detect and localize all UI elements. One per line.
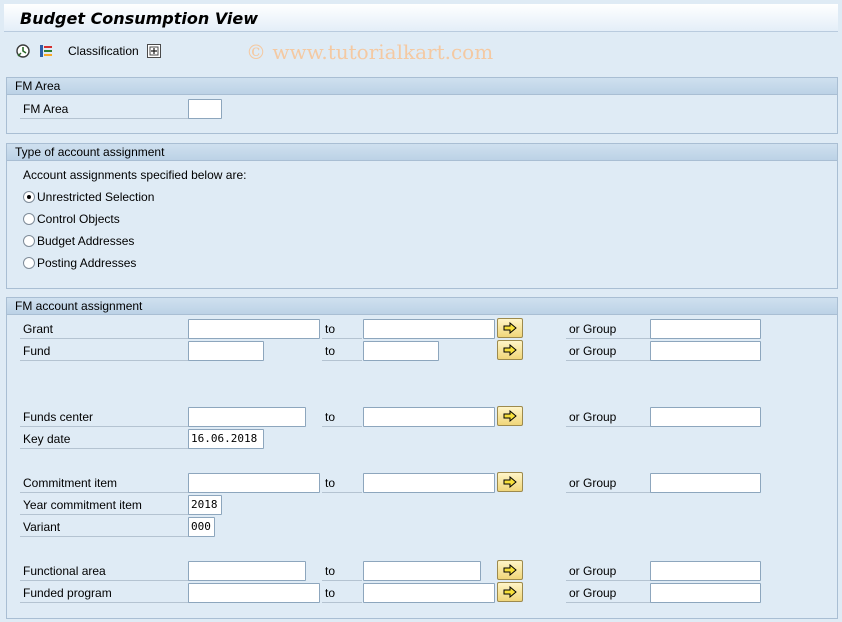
- fm-assignment-group-title: FM account assignment: [7, 298, 837, 315]
- arrow-right-icon: [503, 322, 517, 334]
- funded-program-label: Funded program: [20, 583, 190, 603]
- commitment-item-to-input[interactable]: [363, 473, 495, 493]
- funded-program-group-input[interactable]: [650, 583, 761, 603]
- year-commitment-item-input[interactable]: 2018: [188, 495, 222, 515]
- commitment-item-multiple-selection-button[interactable]: [497, 472, 523, 492]
- radio-button[interactable]: [23, 213, 35, 225]
- fund-group-input[interactable]: [650, 341, 761, 361]
- radio-button[interactable]: [23, 235, 35, 247]
- commitment-item-group-input[interactable]: [650, 473, 761, 493]
- funded-program-group-label: or Group: [566, 583, 651, 603]
- radio-label: Control Objects: [37, 212, 120, 226]
- radio-label: Posting Addresses: [37, 256, 137, 270]
- classification-tree-icon[interactable]: [146, 43, 162, 59]
- fm-area-input[interactable]: [188, 99, 222, 119]
- fund-label: Fund: [20, 341, 190, 361]
- variant-label: Variant: [20, 517, 190, 537]
- funds-center-to-input[interactable]: [363, 407, 495, 427]
- key-date-input[interactable]: 16.06.2018: [188, 429, 264, 449]
- grant-group-label: or Group: [566, 319, 651, 339]
- funds-center-group-input[interactable]: [650, 407, 761, 427]
- funds-center-from-input[interactable]: [188, 407, 306, 427]
- funds-center-label: Funds center: [20, 407, 190, 427]
- title-bar: Budget Consumption View: [4, 4, 838, 32]
- fund-from-input[interactable]: [188, 341, 264, 361]
- arrow-right-icon: [503, 344, 517, 356]
- watermark: © www.tutorialkart.com: [246, 40, 494, 64]
- commitment-item-label: Commitment item: [20, 473, 190, 493]
- arrow-right-icon: [503, 410, 517, 422]
- functional-area-label: Functional area: [20, 561, 190, 581]
- classification-button[interactable]: Classification: [68, 44, 139, 58]
- funded-program-to-input[interactable]: [363, 583, 495, 603]
- functional-area-from-input[interactable]: [188, 561, 306, 581]
- arrow-right-icon: [503, 476, 517, 488]
- key-date-label: Key date: [20, 429, 190, 449]
- functional-area-group-input[interactable]: [650, 561, 761, 581]
- arrow-right-icon: [503, 586, 517, 598]
- assignment-type-group-title: Type of account assignment: [7, 144, 837, 161]
- radio-label: Unrestricted Selection: [37, 190, 155, 204]
- commitment-item-from-input[interactable]: [188, 473, 320, 493]
- functional-area-to-label: to: [322, 561, 362, 581]
- grant-group-input[interactable]: [650, 319, 761, 339]
- assignment-type-intro: Account assignments specified below are:: [23, 168, 247, 182]
- execute-clock-icon[interactable]: [15, 43, 31, 59]
- get-variant-icon[interactable]: [38, 43, 54, 59]
- grant-multiple-selection-button[interactable]: [497, 318, 523, 338]
- funded-program-multiple-selection-button[interactable]: [497, 582, 523, 602]
- fm-area-label: FM Area: [20, 99, 190, 119]
- arrow-right-icon: [503, 564, 517, 576]
- grant-label: Grant: [20, 319, 190, 339]
- fund-group-label: or Group: [566, 341, 651, 361]
- fund-multiple-selection-button[interactable]: [497, 340, 523, 360]
- funded-program-from-input[interactable]: [188, 583, 320, 603]
- functional-area-to-input[interactable]: [363, 561, 481, 581]
- functional-area-multiple-selection-button[interactable]: [497, 560, 523, 580]
- funds-center-multiple-selection-button[interactable]: [497, 406, 523, 426]
- fund-to-label: to: [322, 341, 362, 361]
- radio-label: Budget Addresses: [37, 234, 135, 248]
- radio-button-selected[interactable]: [23, 191, 35, 203]
- funds-center-group-label: or Group: [566, 407, 651, 427]
- grant-to-label: to: [322, 319, 362, 339]
- radio-button[interactable]: [23, 257, 35, 269]
- grant-from-input[interactable]: [188, 319, 320, 339]
- fm-area-group: FM Area FM Area: [6, 77, 838, 134]
- grant-to-input[interactable]: [363, 319, 495, 339]
- commitment-item-to-label: to: [322, 473, 362, 493]
- assignment-type-group: Type of account assignment Account assig…: [6, 143, 838, 289]
- funds-center-to-label: to: [322, 407, 362, 427]
- functional-area-group-label: or Group: [566, 561, 651, 581]
- variant-input[interactable]: 000: [188, 517, 215, 537]
- year-commitment-item-label: Year commitment item: [20, 495, 190, 515]
- fm-assignment-group: FM account assignment Grant to or Group …: [6, 297, 838, 619]
- fm-area-group-title: FM Area: [7, 78, 837, 95]
- fund-to-input[interactable]: [363, 341, 439, 361]
- page-title: Budget Consumption View: [20, 9, 259, 28]
- funded-program-to-label: to: [322, 583, 362, 603]
- commitment-item-group-label: or Group: [566, 473, 651, 493]
